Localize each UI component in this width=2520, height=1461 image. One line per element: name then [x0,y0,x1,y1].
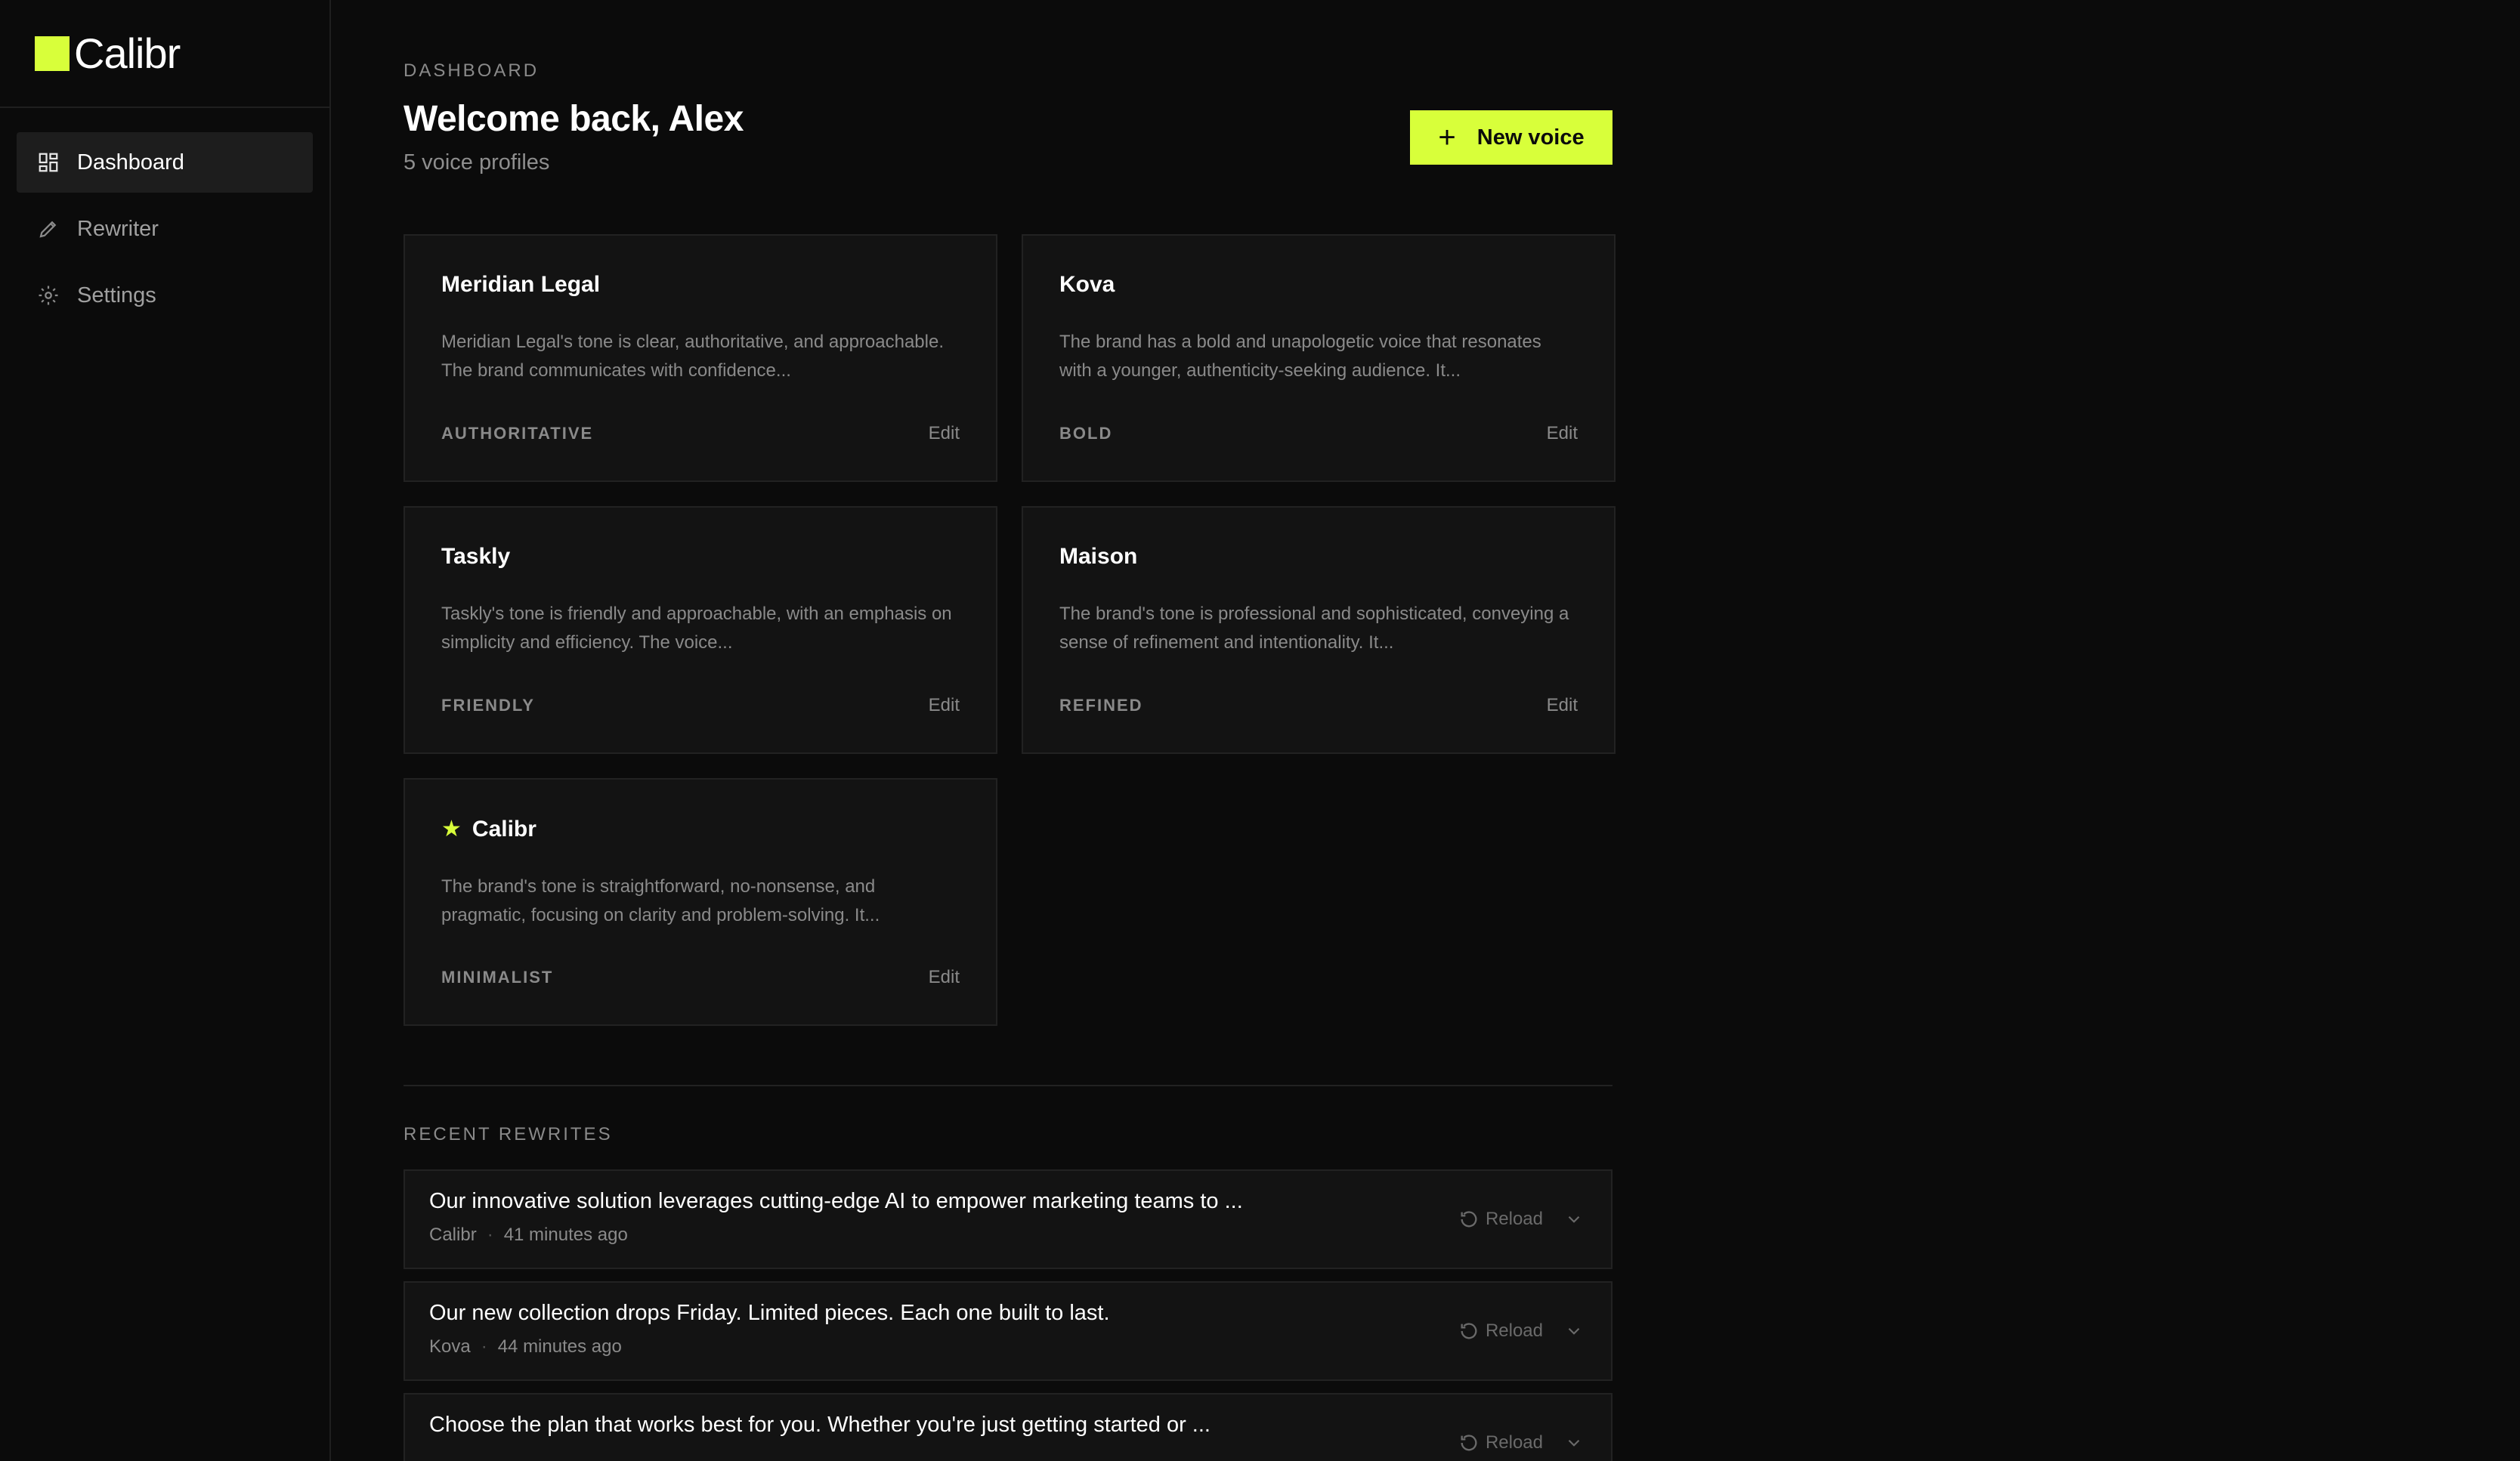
sidebar-item-label: Settings [77,283,156,307]
rewrite-text: Our innovative solution leverages cuttin… [429,1189,1243,1213]
edit-link[interactable]: Edit [929,695,960,716]
chevron-down-icon [1568,1327,1580,1335]
content-column: DASHBOARD Welcome back, Alex 5 voice pro… [404,60,1616,1461]
profile-description: The brand's tone is straightforward, no-… [441,876,880,925]
logo-icon [35,36,70,71]
rewrite-time: 44 minutes ago [497,1336,622,1357]
voice-profile-grid: Meridian Legal Meridian Legal's tone is … [404,234,1616,1026]
voice-profile-card[interactable]: Kova The brand has a bold and unapologet… [1022,234,1616,482]
rewrite-row[interactable]: Our innovative solution leverages cuttin… [404,1169,1612,1269]
pen-icon [36,217,60,241]
rewrite-row[interactable]: Choose the plan that works best for you.… [404,1393,1612,1461]
breadcrumb: DASHBOARD [404,60,540,81]
reload-label: Reload [1485,1320,1543,1341]
rewrite-profile: Calibr [429,1225,477,1245]
sidebar-item-settings[interactable]: Settings [17,265,313,326]
rewrite-profile: Kova [429,1336,471,1357]
rewrite-row[interactable]: Our new collection drops Friday. Limited… [404,1281,1612,1381]
profile-description: The brand's tone is professional and sop… [1059,604,1569,653]
rewrite-meta: Kova · 44 minutes ago [429,1336,1587,1358]
reload-button[interactable]: Reload [1458,1320,1543,1342]
sidebar-item-label: Rewriter [77,216,159,241]
reload-icon [1461,1211,1477,1228]
profile-name: Taskly [441,544,511,569]
reload-label: Reload [1485,1209,1543,1229]
card-footer: FRIENDLY Edit [441,695,960,716]
edit-link[interactable]: Edit [1547,423,1578,444]
plus-icon: + [1438,121,1456,154]
profile-tag: MINIMALIST [441,968,554,987]
sidebar: Calibr Dashboard Rewriter Settings [0,0,331,1461]
profile-name: Calibr [472,816,536,842]
profile-description: Taskly's tone is friendly and approachab… [441,604,952,653]
grid-icon [36,150,60,175]
rewrite-text: Choose the plan that works best for you.… [429,1413,1211,1437]
edit-link[interactable]: Edit [929,423,960,444]
reload-label: Reload [1485,1432,1543,1453]
card-footer: AUTHORITATIVE Edit [441,423,960,444]
meta-separator: · [481,1336,487,1357]
edit-link[interactable]: Edit [1547,695,1578,716]
reload-button[interactable]: Reload [1458,1209,1543,1230]
expand-button[interactable] [1564,1321,1584,1341]
chevron-down-icon [1568,1215,1580,1223]
sidebar-item-dashboard[interactable]: Dashboard [17,132,313,193]
profile-description: Meridian Legal's tone is clear, authorit… [441,332,945,381]
section-divider [404,1085,1612,1086]
new-voice-label: New voice [1476,125,1585,150]
page-header: Welcome back, Alex 5 voice profiles + Ne… [404,82,1612,175]
voice-profile-card[interactable]: Maison The brand's tone is professional … [1022,506,1616,754]
header-text: Welcome back, Alex 5 voice profiles [404,82,744,175]
meta-separator: · [487,1225,493,1245]
sidebar-item-rewriter[interactable]: Rewriter [17,199,313,259]
main-content: DASHBOARD Welcome back, Alex 5 voice pro… [331,0,2520,1461]
expand-button[interactable] [1564,1209,1584,1229]
rewrite-actions: Reload [1458,1320,1584,1342]
sidebar-item-label: Dashboard [77,150,184,175]
rewrite-actions: Reload [1458,1209,1584,1230]
app-root: Calibr Dashboard Rewriter Settings DASHB… [0,0,2520,1461]
chevron-down-icon [1568,1439,1580,1447]
new-voice-button[interactable]: + New voice [1410,110,1612,165]
recent-rewrites-list: Our innovative solution leverages cuttin… [404,1169,1612,1461]
profile-tag: AUTHORITATIVE [441,424,594,443]
recent-rewrites-heading: RECENT REWRITES [404,1124,613,1144]
profile-title-row: ★ Calibr [441,816,960,842]
page-title: Welcome back, Alex [404,99,744,139]
card-footer: BOLD Edit [1059,423,1578,444]
brand-name: Calibr [74,29,181,77]
profile-tag: REFINED [1059,696,1143,715]
rewrite-meta: Calibr · 41 minutes ago [429,1225,1587,1246]
profile-tag: FRIENDLY [441,696,535,715]
profile-tag: BOLD [1059,424,1113,443]
card-footer: MINIMALIST Edit [441,967,960,988]
card-footer: REFINED Edit [1059,695,1578,716]
voice-profile-card[interactable]: ★ Calibr The brand's tone is straightfor… [404,778,997,1026]
profile-count: 5 voice profiles [404,150,550,175]
reload-icon [1461,1323,1477,1339]
rewrite-actions: Reload [1458,1432,1584,1453]
profile-name: Meridian Legal [441,272,601,297]
profile-description: The brand has a bold and unapologetic vo… [1059,332,1541,381]
brand[interactable]: Calibr [0,0,329,108]
reload-icon [1461,1435,1477,1451]
profile-name: Kova [1059,272,1115,297]
edit-link[interactable]: Edit [929,967,960,988]
sidebar-nav: Dashboard Rewriter Settings [0,108,329,356]
gear-icon [36,283,60,307]
voice-profile-card[interactable]: Meridian Legal Meridian Legal's tone is … [404,234,997,482]
rewrite-text: Our new collection drops Friday. Limited… [429,1301,1110,1325]
rewrite-time: 41 minutes ago [503,1225,628,1245]
reload-button[interactable]: Reload [1458,1432,1543,1453]
profile-name: Maison [1059,544,1138,569]
expand-button[interactable] [1564,1433,1584,1453]
voice-profile-card[interactable]: Taskly Taskly's tone is friendly and app… [404,506,997,754]
star-icon: ★ [441,817,462,842]
